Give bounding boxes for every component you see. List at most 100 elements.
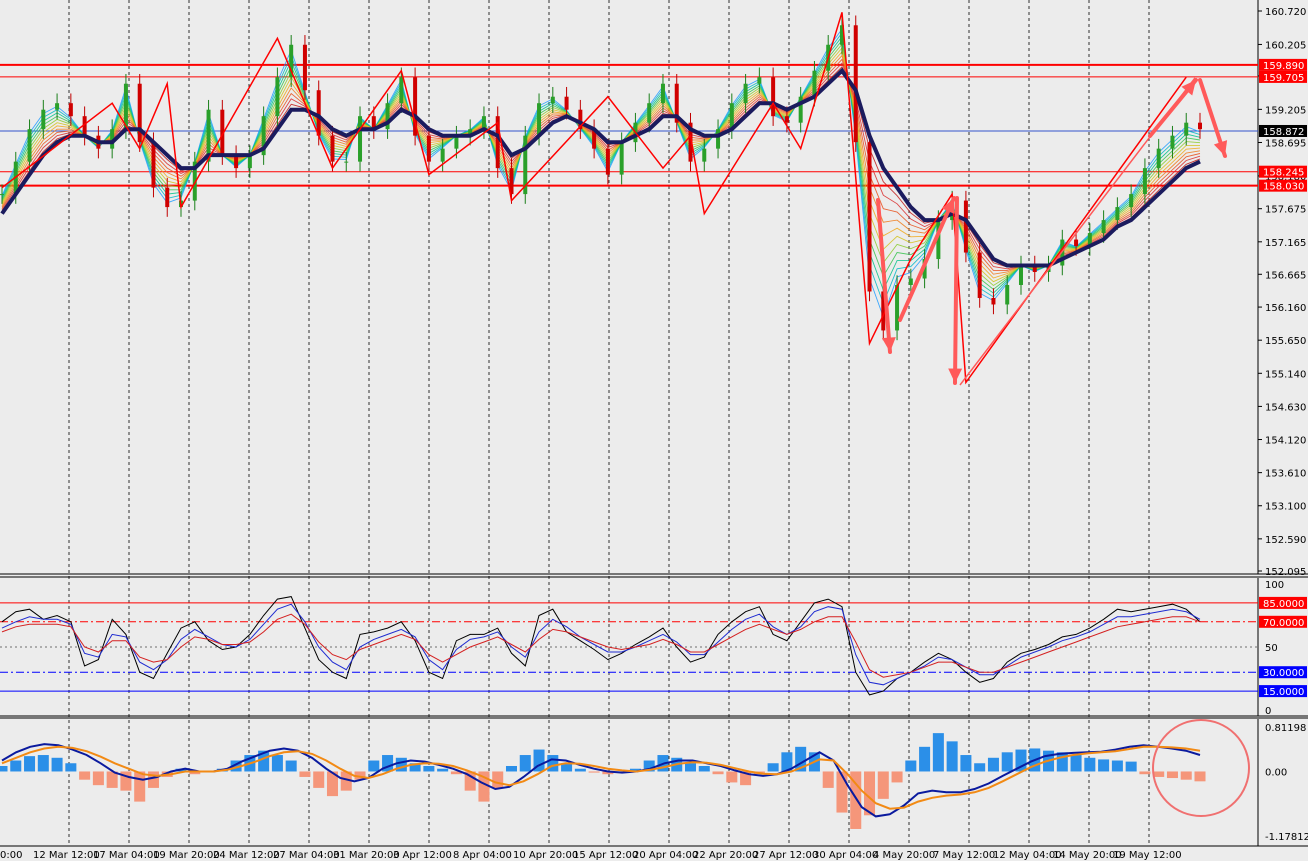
- x-tick-label: 8 Apr 04:00: [453, 850, 512, 861]
- y-tick-label: 157.675: [1265, 205, 1306, 216]
- macd-histogram-bar: [822, 771, 834, 788]
- macd-histogram-bar: [987, 757, 999, 772]
- candle-body: [330, 135, 335, 162]
- macd-histogram-bar: [423, 765, 435, 772]
- macd-histogram-bar: [519, 755, 531, 772]
- x-tick-label: 7 May 12:00: [933, 850, 995, 861]
- x-tick-label: 30 Apr 04:00: [813, 850, 878, 861]
- macd-histogram-bar: [712, 771, 724, 775]
- candle-body: [137, 83, 142, 143]
- level-label: 15.0000: [1263, 687, 1304, 698]
- level-label: 70.0000: [1263, 618, 1304, 629]
- y-tick-label: 0.00: [1265, 767, 1287, 778]
- y-tick-label: 100: [1265, 580, 1284, 591]
- candle-body: [1129, 194, 1134, 208]
- x-axis: 12 Mar 12:0017 Mar 04:0019 Mar 20:0024 M…: [0, 850, 1182, 861]
- candle-body: [647, 103, 652, 123]
- candle-body: [660, 83, 665, 104]
- macd-histogram-bar: [919, 746, 931, 772]
- macd-histogram-bar: [1180, 771, 1192, 780]
- macd-histogram-bar: [698, 765, 710, 772]
- macd-histogram-bar: [299, 771, 311, 777]
- level-label: 158.030: [1263, 182, 1304, 193]
- x-tick-label: 17 Mar 04:00: [93, 850, 160, 861]
- panel-background: [0, 719, 1308, 846]
- candle-body: [275, 77, 280, 117]
- macd-histogram-bar: [79, 771, 91, 780]
- candle-body: [165, 187, 170, 208]
- macd-histogram-bar: [726, 771, 738, 783]
- candle-body: [1156, 148, 1161, 169]
- macd-histogram-bar: [684, 763, 697, 772]
- candle-body: [1101, 220, 1106, 234]
- candle-body: [771, 77, 776, 117]
- y-tick-label: 152.095: [1265, 567, 1306, 578]
- macd-histogram-bar: [588, 771, 600, 773]
- candle-body: [702, 148, 707, 162]
- macd-histogram-bar: [285, 760, 297, 772]
- chart-root: 160.720160.205159.720159.205158.695158.1…: [0, 0, 1308, 861]
- candle-body: [1198, 122, 1202, 130]
- x-tick-label: 4 May 20:00: [873, 850, 935, 861]
- macd-histogram-bar: [51, 757, 63, 772]
- level-label: 85.0000: [1263, 599, 1304, 610]
- y-tick-label: 156.160: [1265, 303, 1306, 314]
- candle-body: [716, 129, 721, 149]
- annotation-arrow-shaft: [953, 196, 959, 385]
- candle-body: [605, 148, 610, 175]
- candle-body: [867, 142, 872, 292]
- panel-background: [0, 0, 1308, 574]
- x-tick-label: 3 Apr 12:00: [393, 850, 452, 861]
- candle-body: [151, 142, 156, 188]
- y-tick-label: 153.610: [1265, 469, 1306, 480]
- x-tick-label: 20 Apr 04:00: [633, 850, 698, 861]
- macd-histogram-bar: [0, 765, 8, 772]
- candle-body: [1005, 284, 1010, 305]
- macd-histogram-bar: [1194, 771, 1206, 782]
- y-tick-label: 0.81198: [1265, 723, 1306, 734]
- candle-body: [1018, 265, 1023, 285]
- x-tick-label: 12 Mar 12:00: [33, 850, 100, 861]
- macd-histogram-bar: [492, 771, 504, 788]
- x-tick-label: 19 May 12:00: [1113, 850, 1182, 861]
- candle-body: [908, 278, 913, 285]
- macd-histogram-bar: [836, 771, 848, 813]
- candle-body: [0, 194, 4, 196]
- macd-histogram-bar: [932, 733, 944, 772]
- macd-histogram-bar: [1098, 759, 1110, 772]
- macd-histogram-bar: [1125, 761, 1137, 772]
- candle-body: [1115, 207, 1120, 221]
- macd-histogram-bar: [547, 755, 559, 772]
- candle-body: [316, 90, 321, 136]
- macd-histogram-bar: [65, 763, 77, 772]
- macd-histogram-bar: [960, 755, 972, 772]
- macd-histogram-bar: [1139, 771, 1151, 775]
- candle-body: [619, 142, 624, 175]
- candle-body: [399, 77, 404, 104]
- y-tick-label: 155.140: [1265, 369, 1306, 380]
- candle-body: [895, 284, 900, 331]
- x-tick-label: 10 Apr 20:00: [513, 850, 578, 861]
- macd-histogram-bar: [313, 771, 325, 788]
- candle-body: [302, 44, 307, 91]
- macd-histogram-bar: [1056, 752, 1068, 772]
- candle-body: [27, 129, 32, 162]
- y-tick-label: 160.205: [1265, 40, 1306, 51]
- candle-body: [344, 161, 349, 163]
- y-tick-label: 50: [1265, 643, 1278, 654]
- macd-histogram-bar: [574, 768, 586, 772]
- candle-body: [1074, 239, 1079, 247]
- macd-histogram-bar: [92, 771, 104, 786]
- x-tick-label: 19 Mar 20:00: [153, 850, 220, 861]
- candle-body: [853, 25, 858, 143]
- candle-body: [564, 96, 569, 110]
- macd-histogram-bar: [1166, 771, 1178, 779]
- level-label: 159.705: [1263, 73, 1304, 84]
- x-tick-label: 14 May 20:00: [1053, 850, 1122, 861]
- y-tick-label: 160.720: [1265, 7, 1306, 18]
- macd-histogram-bar: [24, 756, 36, 772]
- candle-body: [784, 116, 789, 123]
- level-label: 30.0000: [1263, 668, 1304, 679]
- level-label: 159.890: [1263, 61, 1304, 72]
- candle-body: [977, 252, 982, 298]
